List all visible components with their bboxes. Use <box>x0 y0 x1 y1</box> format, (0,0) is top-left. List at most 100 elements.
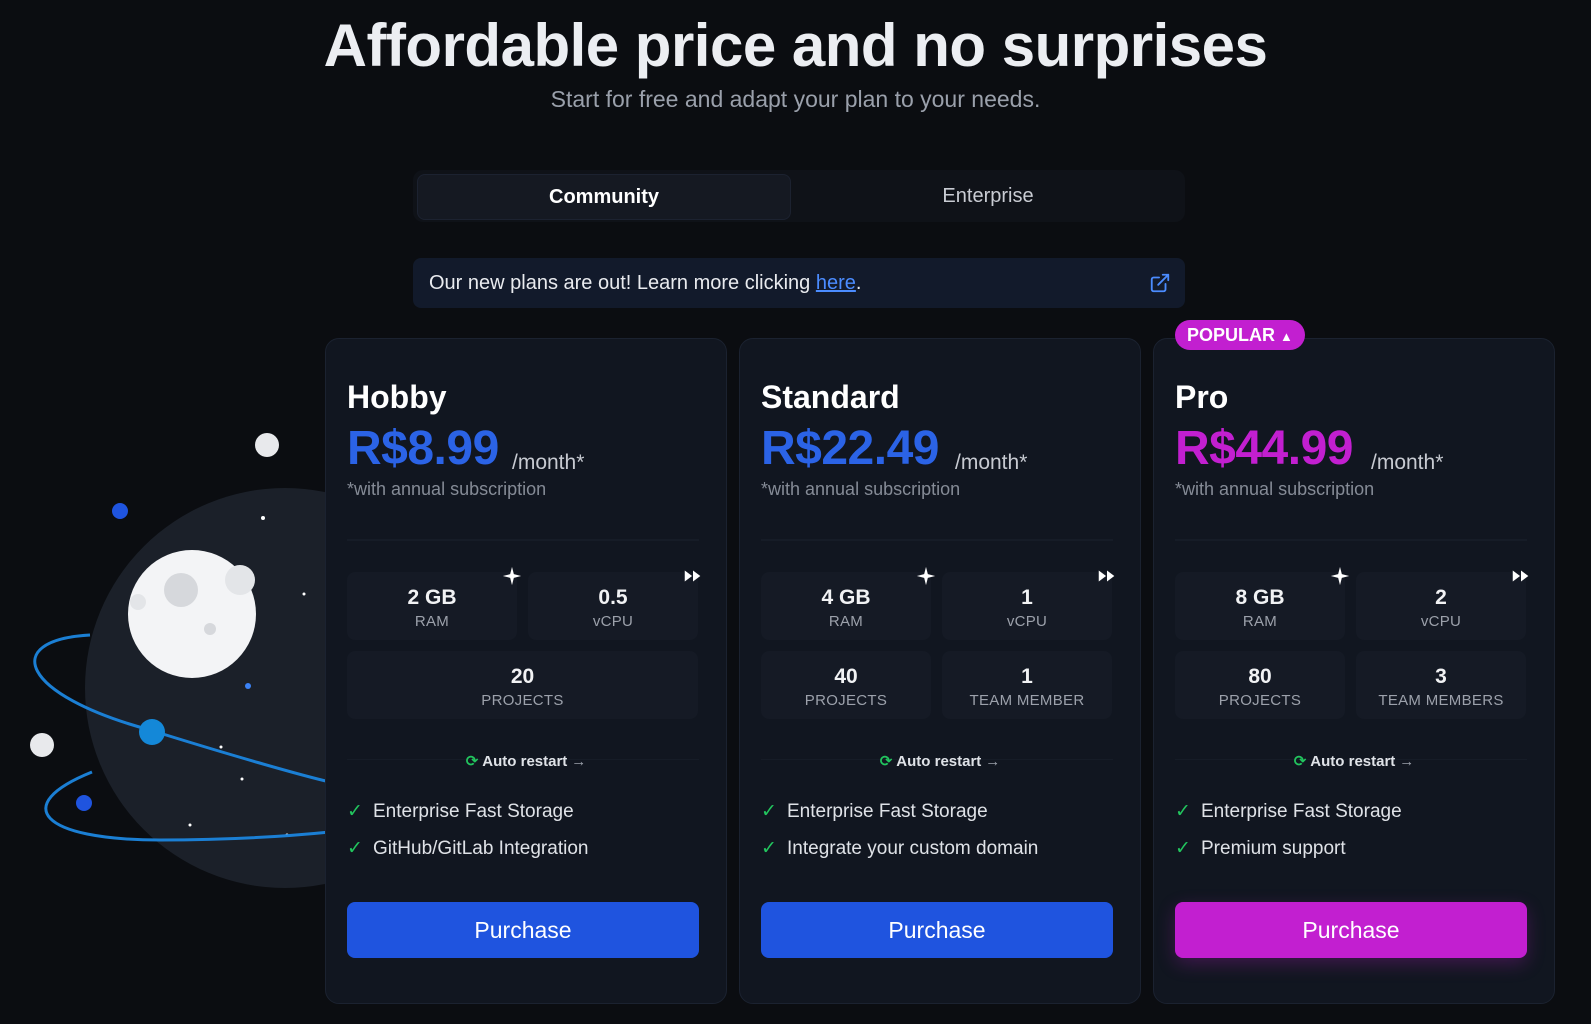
price-period: /month* <box>1371 451 1444 474</box>
popular-badge: POPULAR ▲ <box>1175 320 1305 350</box>
divider <box>347 539 699 541</box>
plan-name: Pro <box>1175 379 1229 415</box>
spec-vcpu: 1 vCPU <box>942 572 1112 640</box>
divider <box>761 539 1113 541</box>
plan-price: R$8.99 <box>347 422 499 475</box>
feature-label: Premium support <box>1201 838 1346 859</box>
arrow-right-icon: → <box>985 753 1001 770</box>
star-dot <box>255 433 279 457</box>
feature-item: ✓ Integrate your custom domain <box>761 837 1038 860</box>
divider <box>1175 539 1527 541</box>
spec-projects: 40 PROJECTS <box>761 651 931 719</box>
check-icon: ✓ <box>1175 838 1191 859</box>
spec-value: 2 GB <box>407 586 457 609</box>
auto-restart-label: Auto restart <box>482 753 568 770</box>
spec-label: vCPU <box>592 613 634 630</box>
check-icon: ✓ <box>347 801 363 822</box>
purchase-button[interactable]: Purchase <box>761 902 1113 958</box>
spec-value: 1 <box>1021 665 1033 688</box>
plan-name: Standard <box>761 379 900 415</box>
fast-forward-icon <box>1098 570 1115 582</box>
spec-label: RAM <box>414 613 450 630</box>
purchase-button[interactable]: Purchase <box>347 902 699 958</box>
spec-label: vCPU <box>1006 613 1048 630</box>
page-subtitle: Start for free and adapt your plan to yo… <box>550 86 1041 112</box>
spec-label: TEAM MEMBERS <box>1378 692 1504 709</box>
moon-shape <box>128 550 256 678</box>
announcement-banner: Our new plans are out! Learn more clicki… <box>413 258 1185 308</box>
orbit-moon <box>139 719 165 745</box>
tab-enterprise[interactable]: Enterprise <box>797 174 1179 218</box>
plan-card-standard: Standard R$22.49 /month* *with annual su… <box>739 338 1141 1004</box>
purchase-button[interactable]: Purchase <box>1175 902 1527 958</box>
banner-period: . <box>855 272 862 294</box>
auto-restart-link[interactable]: ⟳ Auto restart → <box>326 752 726 770</box>
popular-label: POPULAR <box>1187 325 1276 345</box>
spec-value: 80 <box>1248 665 1272 688</box>
star-dot <box>245 683 251 689</box>
auto-restart-label: Auto restart <box>896 753 982 770</box>
feature-label: Enterprise Fast Storage <box>787 801 988 822</box>
refresh-icon: ⟳ <box>1293 753 1307 770</box>
feature-label: GitHub/GitLab Integration <box>373 838 589 859</box>
spec-projects: 80 PROJECTS <box>1175 651 1345 719</box>
spec-ram: 4 GB RAM <box>761 572 931 640</box>
spec-team-members: 3 TEAM MEMBERS <box>1356 651 1526 719</box>
spec-label: PROJECTS <box>481 692 564 709</box>
tab-community[interactable]: Community <box>417 174 791 220</box>
spec-vcpu: 0.5 vCPU <box>528 572 698 640</box>
auto-restart-link[interactable]: ⟳ Auto restart → <box>740 752 1140 770</box>
price-note: *with annual subscription <box>761 479 961 499</box>
plan-card-pro: Pro R$44.99 /month* *with annual subscri… <box>1153 338 1555 1004</box>
star-dot <box>240 777 244 781</box>
spec-ram: 8 GB RAM <box>1175 572 1345 640</box>
feature-item: ✓ Enterprise Fast Storage <box>1175 800 1402 823</box>
price-note: *with annual subscription <box>1175 479 1375 499</box>
external-link-icon[interactable] <box>1149 272 1171 294</box>
feature-label: Integrate your custom domain <box>787 838 1039 859</box>
plan-price: R$22.49 <box>761 422 939 475</box>
spec-value: 1 <box>1021 586 1033 609</box>
planet-illustration <box>30 433 340 888</box>
price-note: *with annual subscription <box>347 479 547 499</box>
plan-price: R$44.99 <box>1175 422 1353 475</box>
spec-team-members: 1 TEAM MEMBER <box>942 651 1112 719</box>
star-dot <box>219 745 223 749</box>
spec-value: 40 <box>834 665 858 688</box>
spec-label: PROJECTS <box>804 692 888 709</box>
planet-shape <box>85 488 340 888</box>
orbit-moon <box>76 795 92 811</box>
arrow-right-icon: → <box>1399 753 1415 770</box>
check-icon: ✓ <box>1175 801 1191 822</box>
auto-restart-link[interactable]: ⟳ Auto restart → <box>1154 752 1554 770</box>
spec-value: 3 <box>1435 665 1447 688</box>
banner-here-link[interactable]: here <box>816 272 856 294</box>
price-period: /month* <box>955 451 1028 474</box>
banner-message: Our new plans are out! Learn more clicki… <box>429 258 861 308</box>
plan-tabs: Community Enterprise <box>413 170 1185 222</box>
spec-ram: 2 GB RAM <box>347 572 517 640</box>
feature-label: Enterprise Fast Storage <box>1201 801 1402 822</box>
check-icon: ✓ <box>761 801 777 822</box>
fast-forward-icon <box>1512 570 1529 582</box>
feature-item: ✓ Enterprise Fast Storage <box>761 800 988 823</box>
star-dot <box>302 592 306 596</box>
auto-restart-label: Auto restart <box>1310 753 1396 770</box>
check-icon: ✓ <box>347 838 363 859</box>
check-icon: ✓ <box>761 838 777 859</box>
fast-forward-icon <box>684 570 701 582</box>
feature-item: ✓ GitHub/GitLab Integration <box>347 837 588 860</box>
spec-label: RAM <box>828 613 864 630</box>
spec-value: 0.5 <box>598 586 628 609</box>
star-dot <box>30 733 54 757</box>
caret-up-icon: ▲ <box>1280 329 1293 344</box>
spec-label: RAM <box>1242 613 1278 630</box>
refresh-icon: ⟳ <box>879 753 893 770</box>
plan-card-hobby: Hobby R$8.99 /month* *with annual subscr… <box>325 338 727 1004</box>
plan-name: Hobby <box>347 379 447 415</box>
price-period: /month* <box>512 451 585 474</box>
spec-value: 20 <box>510 665 535 688</box>
spec-label: TEAM MEMBER <box>969 692 1085 709</box>
feature-item: ✓ Enterprise Fast Storage <box>347 800 574 823</box>
spec-value: 8 GB <box>1235 586 1285 609</box>
